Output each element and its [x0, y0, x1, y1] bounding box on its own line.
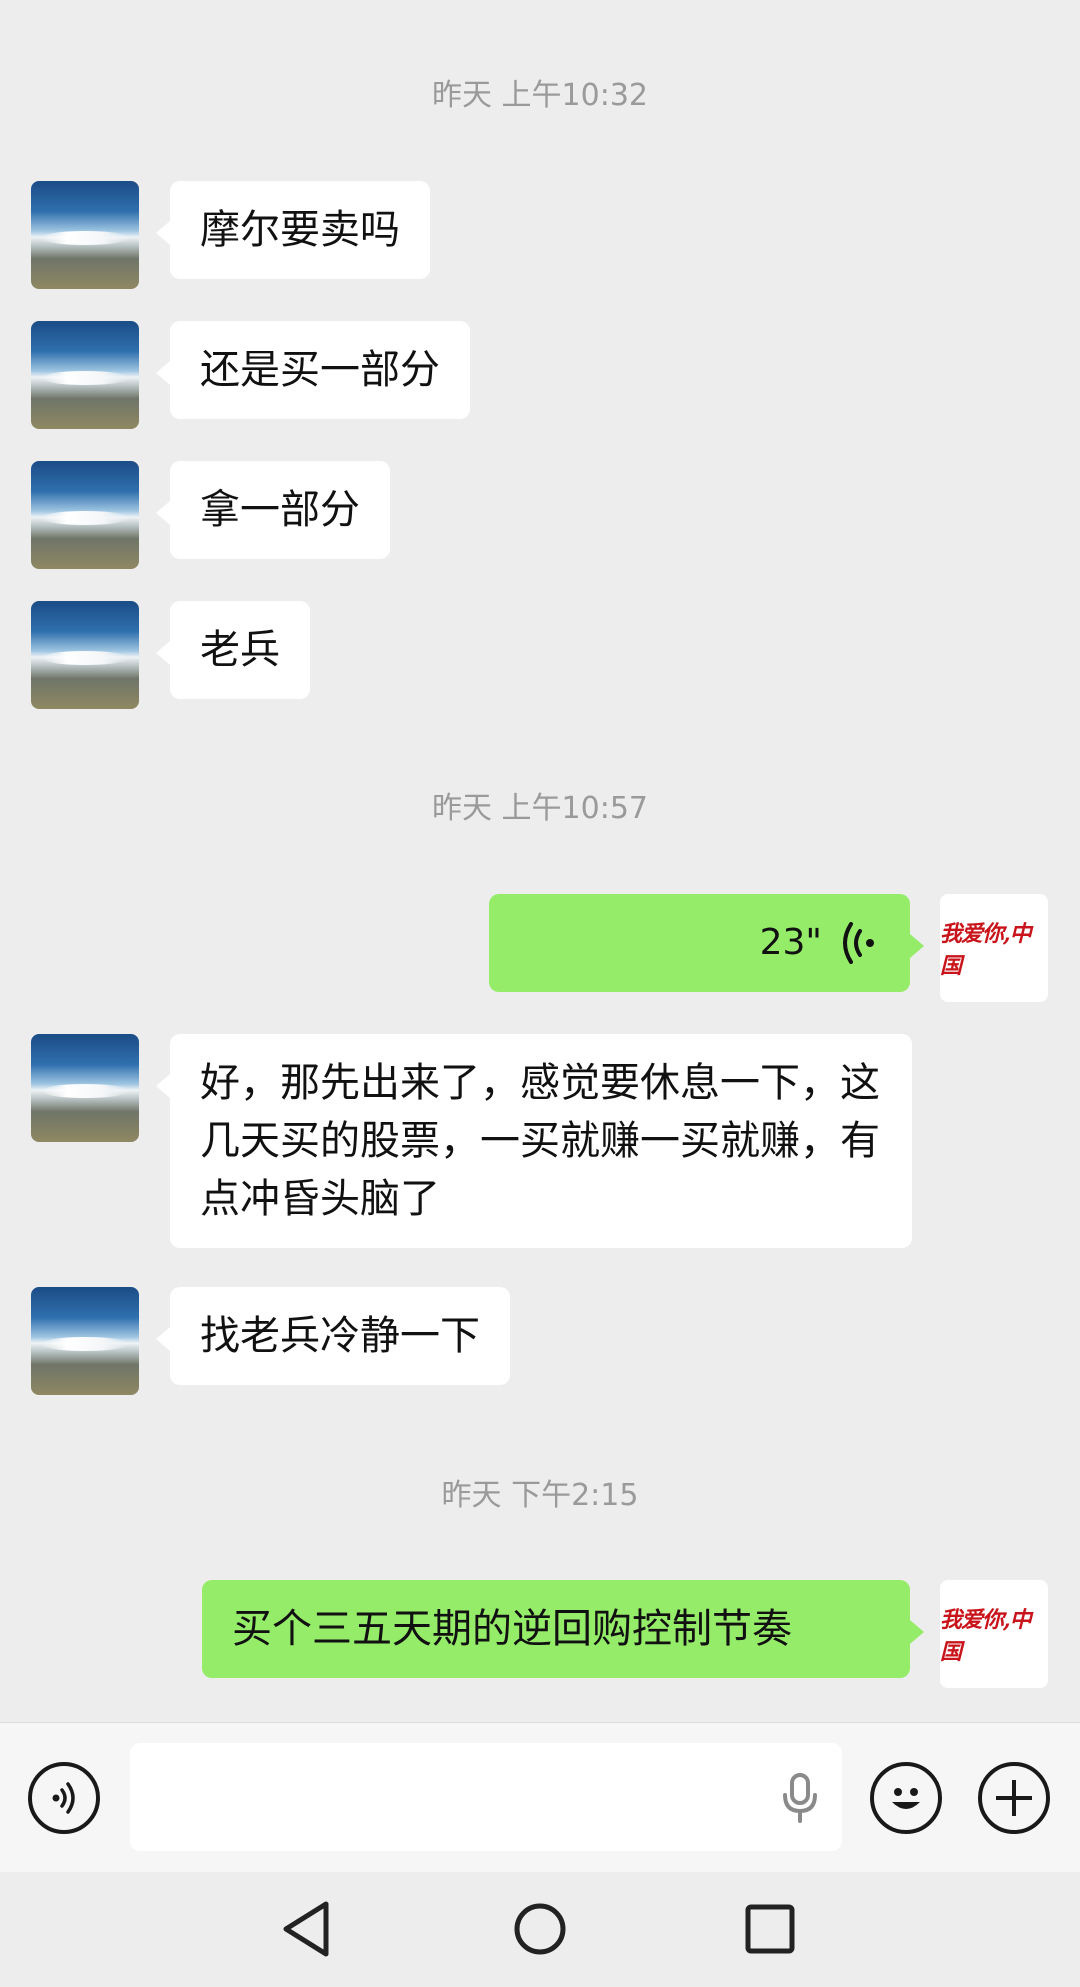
timestamp: 昨天 上午10:57: [432, 791, 648, 826]
self-avatar-logo: 我爱你,中国: [940, 1607, 1032, 1665]
contact-avatar[interactable]: [31, 181, 139, 289]
input-bar: [0, 1722, 1080, 1872]
message-bubble[interactable]: 摩尔要卖吗: [156, 181, 430, 279]
message-bubble[interactable]: 买个三五天期的逆回购控制节奏: [202, 1580, 924, 1678]
voice-icon: [52, 1782, 75, 1814]
contact-avatar[interactable]: [31, 321, 139, 429]
message-text: 摩尔要卖吗: [200, 207, 400, 253]
self-avatar-logo: 我爱你,中国: [940, 921, 1032, 979]
back-triangle-icon[interactable]: [274, 1894, 344, 1964]
contact-avatar[interactable]: [31, 1287, 139, 1395]
contact-avatar[interactable]: [31, 1034, 139, 1142]
timestamp: 昨天 下午2:15: [441, 1478, 639, 1513]
message-bubble[interactable]: 拿一部分: [156, 461, 390, 559]
voice-message-bubble[interactable]: 23": [489, 894, 924, 992]
recent-square-icon[interactable]: [735, 1894, 805, 1964]
home-circle-icon[interactable]: [505, 1894, 575, 1964]
self-avatar[interactable]: 我爱你,中国: [940, 1580, 1048, 1688]
message-bubble[interactable]: 还是买一部分: [156, 321, 470, 419]
microphone-icon[interactable]: [780, 1773, 820, 1823]
emoji-button[interactable]: [870, 1762, 942, 1834]
message-text: 拿一部分: [200, 487, 360, 533]
system-nav-bar: [0, 1872, 1080, 1987]
message-bubble[interactable]: 老兵: [156, 601, 310, 699]
chat-area[interactable]: 昨天 上午10:32 摩尔要卖吗 还是买一部分 拿一部分 老兵 昨天 上午10:…: [0, 0, 1080, 1720]
message-text: 好，那先出来了，感觉要休息一下，这几天买的股票，一买就赚一买就赚，有点冲昏头脑了: [200, 1060, 880, 1222]
message-bubble[interactable]: 找老兵冷静一下: [156, 1287, 510, 1385]
more-button[interactable]: [978, 1762, 1050, 1834]
message-text: 找老兵冷静一下: [200, 1313, 480, 1359]
plus-icon: [996, 1780, 1032, 1816]
message-bubble[interactable]: 好，那先出来了，感觉要休息一下，这几天买的股票，一买就赚一买就赚，有点冲昏头脑了: [156, 1034, 912, 1248]
message-input[interactable]: [130, 1743, 842, 1851]
voice-toggle-button[interactable]: [28, 1762, 100, 1834]
message-text: 老兵: [200, 627, 280, 673]
message-text: 买个三五天期的逆回购控制节奏: [232, 1606, 792, 1652]
self-avatar[interactable]: 我爱你,中国: [940, 894, 1048, 1002]
emoji-icon: [892, 1788, 920, 1809]
message-text: 还是买一部分: [200, 347, 440, 393]
voice-icon: [843, 922, 874, 964]
contact-avatar[interactable]: [31, 461, 139, 569]
timestamp: 昨天 上午10:32: [432, 78, 648, 113]
voice-duration: 23": [759, 922, 822, 963]
contact-avatar[interactable]: [31, 601, 139, 709]
